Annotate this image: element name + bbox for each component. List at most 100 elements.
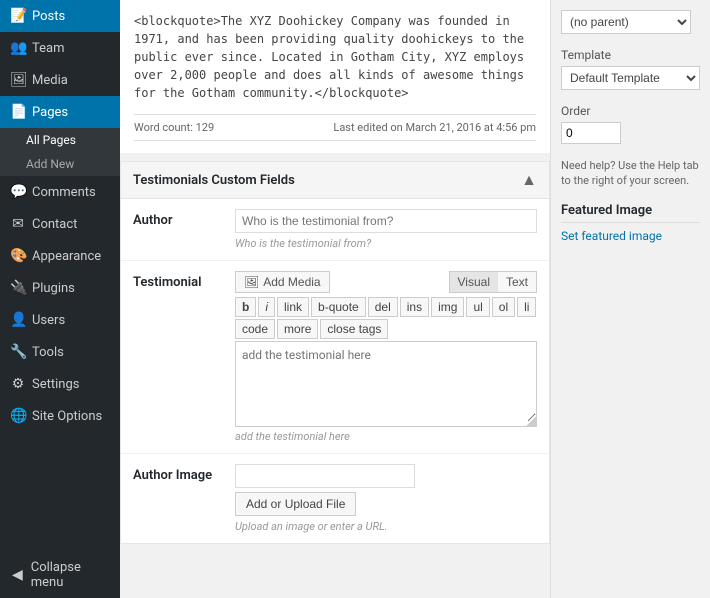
author-label: Author (133, 209, 223, 228)
sidebar-item-add-new[interactable]: Add New (0, 152, 120, 176)
img-button[interactable]: img (431, 297, 464, 317)
sidebar-item-plugins[interactable]: 🔌 Plugins (0, 272, 120, 304)
author-input[interactable] (235, 209, 537, 233)
bquote-button[interactable]: b-quote (311, 297, 366, 317)
parent-select[interactable]: (no parent) (561, 10, 691, 34)
last-edited: Last edited on March 21, 2016 at 4:56 pm (333, 121, 536, 134)
sidebar-item-tools[interactable]: 🔧 Tools (0, 336, 120, 368)
tools-icon: 🔧 (10, 344, 26, 360)
sidebar-item-team[interactable]: 👥 Team (0, 32, 120, 64)
posts-icon: 📝 (10, 8, 26, 24)
sidebar-item-comments[interactable]: 💬 Comments (0, 176, 120, 208)
sidebar-item-label: Settings (32, 377, 79, 392)
ol-button[interactable]: ol (492, 297, 515, 317)
upload-hint: Upload an image or enter a URL. (235, 520, 537, 533)
section-title: Testimonials Custom Fields (133, 173, 295, 188)
italic-button[interactable]: i (258, 297, 275, 317)
featured-image-title: Featured Image (561, 203, 700, 223)
sidebar-item-settings[interactable]: ⚙ Settings (0, 368, 120, 400)
sidebar-item-collapse[interactable]: ◀ Collapse menu (0, 552, 120, 598)
sidebar-item-label: Users (32, 313, 65, 328)
site-options-icon: 🌐 (10, 408, 26, 424)
testimonial-field-content: 🖼 Add Media Visual Text b i link b-quote (235, 271, 537, 443)
pages-submenu: All Pages Add New (0, 128, 120, 176)
editor-toolbar-top: 🖼 Add Media Visual Text (235, 271, 537, 293)
visual-text-tabs: Visual Text (449, 271, 537, 293)
author-field-content: Who is the testimonial from? (235, 209, 537, 250)
collapse-icon: ◀ (10, 567, 25, 583)
media-icon: 🖼 (10, 72, 26, 88)
ul-button[interactable]: ul (466, 297, 489, 317)
sidebar-item-label: Team (32, 41, 65, 56)
sidebar-item-pages[interactable]: 📄 Pages (0, 96, 120, 128)
sidebar-item-label: Media (32, 73, 68, 88)
section-header[interactable]: Testimonials Custom Fields ▲ (121, 162, 549, 199)
pages-icon: 📄 (10, 104, 26, 120)
sidebar-item-label: Appearance (32, 249, 101, 264)
template-select[interactable]: Default Template (561, 66, 700, 90)
custom-fields-section: Testimonials Custom Fields ▲ Author Who … (120, 161, 550, 544)
sidebar-item-label: Tools (32, 345, 64, 360)
main-area: <blockquote>The XYZ Doohickey Company wa… (120, 0, 710, 598)
link-button[interactable]: link (277, 297, 309, 317)
testimonial-textarea[interactable] (236, 342, 536, 422)
more-button[interactable]: more (277, 319, 318, 339)
parent-group: (no parent) (561, 10, 700, 34)
team-icon: 👥 (10, 40, 26, 56)
sidebar-item-media[interactable]: 🖼 Media (0, 64, 120, 96)
add-media-icon: 🖼 (244, 275, 259, 289)
sidebar: 📝 Posts 👥 Team 🖼 Media 📄 Pages All Pages… (0, 0, 120, 598)
add-media-label: Add Media (263, 275, 320, 289)
order-label: Order (561, 104, 700, 118)
resize-handle[interactable] (526, 416, 536, 426)
ins-button[interactable]: ins (400, 297, 429, 317)
set-featured-image-link[interactable]: Set featured image (561, 229, 662, 243)
upload-file-button[interactable]: Add or Upload File (235, 492, 356, 516)
testimonial-hint: add the testimonial here (235, 430, 537, 443)
sidebar-item-users[interactable]: 👤 Users (0, 304, 120, 336)
content-area: <blockquote>The XYZ Doohickey Company wa… (120, 0, 550, 598)
bold-button[interactable]: b (235, 297, 256, 317)
code-button[interactable]: code (235, 319, 275, 339)
sidebar-item-site-options[interactable]: 🌐 Site Options (0, 400, 120, 432)
author-image-label: Author Image (133, 464, 223, 483)
testimonial-label: Testimonial (133, 271, 223, 290)
author-image-content: Add or Upload File Upload an image or en… (235, 464, 537, 533)
text-tab[interactable]: Text (498, 272, 536, 292)
settings-icon: ⚙ (10, 376, 26, 392)
word-count: Word count: 129 (134, 121, 214, 134)
section-toggle[interactable]: ▲ (521, 170, 537, 190)
template-label: Template (561, 48, 700, 62)
visual-tab[interactable]: Visual (450, 272, 498, 292)
add-media-button[interactable]: 🖼 Add Media (235, 271, 330, 293)
testimonial-editor-area (235, 341, 537, 427)
sidebar-item-posts[interactable]: 📝 Posts (0, 0, 120, 32)
plugins-icon: 🔌 (10, 280, 26, 296)
author-field-row: Author Who is the testimonial from? (121, 199, 549, 261)
author-image-row: Author Image Add or Upload File Upload a… (121, 454, 549, 543)
sidebar-item-contact[interactable]: ✉ Contact (0, 208, 120, 240)
format-bar-2: code more close tags (235, 319, 537, 339)
sidebar-item-label: Posts (32, 9, 65, 24)
format-bar-1: b i link b-quote del ins img ul ol li (235, 297, 537, 317)
order-group: Order (561, 104, 700, 144)
close-tags-button[interactable]: close tags (320, 319, 388, 339)
blockquote-text: <blockquote>The XYZ Doohickey Company wa… (134, 12, 536, 114)
sidebar-item-all-pages[interactable]: All Pages (0, 128, 120, 152)
author-image-input[interactable] (235, 464, 415, 488)
sidebar-item-label: Collapse menu (31, 560, 110, 590)
sidebar-item-appearance[interactable]: 🎨 Appearance (0, 240, 120, 272)
author-hint: Who is the testimonial from? (235, 237, 537, 250)
users-icon: 👤 (10, 312, 26, 328)
del-button[interactable]: del (368, 297, 398, 317)
help-text: Need help? Use the Help tab to the right… (561, 158, 700, 189)
comments-icon: 💬 (10, 184, 26, 200)
li-button[interactable]: li (517, 297, 536, 317)
featured-image-section: Featured Image Set featured image (561, 203, 700, 244)
appearance-icon: 🎨 (10, 248, 26, 264)
editor-content: <blockquote>The XYZ Doohickey Company wa… (120, 0, 550, 153)
testimonial-field-row: Testimonial 🖼 Add Media Visual Text b (121, 261, 549, 454)
contact-icon: ✉ (10, 216, 26, 232)
order-input[interactable] (561, 122, 621, 144)
right-sidebar: (no parent) Template Default Template Or… (550, 0, 710, 598)
